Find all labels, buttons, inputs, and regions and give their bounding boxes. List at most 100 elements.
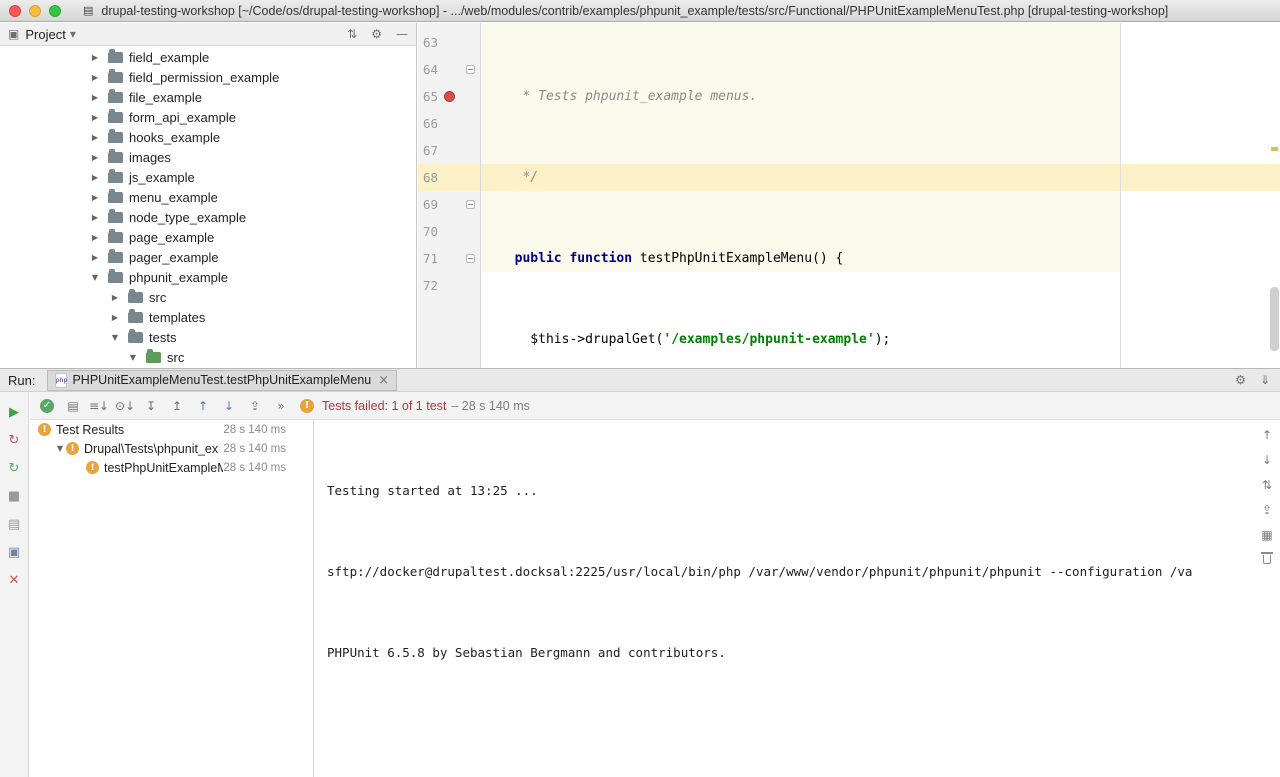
scroll-down-icon[interactable]: ↓ bbox=[1258, 447, 1276, 472]
chevron-right-icon[interactable]: ▶ bbox=[90, 193, 100, 202]
test-state-gutter-icon[interactable] bbox=[444, 91, 455, 102]
line-number: 68 bbox=[418, 164, 438, 191]
tree-item-tests[interactable]: ▼tests bbox=[0, 327, 416, 347]
tree-item-label: node_type_example bbox=[129, 210, 246, 225]
print-icon[interactable]: ▦ bbox=[1258, 522, 1276, 547]
expand-all-icon[interactable]: ↧ bbox=[138, 396, 164, 416]
chevron-down-icon[interactable]: ▾ bbox=[70, 27, 76, 41]
tree-item-images[interactable]: ▶images bbox=[0, 147, 416, 167]
chevron-right-icon[interactable]: ▶ bbox=[90, 133, 100, 142]
hide-panel-icon[interactable]: — bbox=[396, 27, 408, 41]
soft-wrap-icon[interactable]: ⇅ bbox=[1258, 472, 1276, 497]
console-view-icon[interactable]: ▤ bbox=[2, 512, 26, 536]
sort-by-duration-icon[interactable]: ⊙↓ bbox=[112, 396, 138, 416]
chevron-right-icon[interactable]: ▶ bbox=[110, 293, 120, 302]
tree-item-label: src bbox=[167, 350, 184, 365]
tree-item-js_example[interactable]: ▶js_example bbox=[0, 167, 416, 187]
fold-marker-icon[interactable] bbox=[466, 200, 475, 209]
tree-item-pager_example[interactable]: ▶pager_example bbox=[0, 247, 416, 267]
clear-console-icon[interactable] bbox=[1258, 547, 1276, 572]
zoom-window-button[interactable] bbox=[49, 5, 61, 17]
import-test-results-icon[interactable]: ⇪ bbox=[242, 396, 268, 416]
warning-icon: ! bbox=[86, 461, 99, 474]
rerun-icon[interactable]: ▶ bbox=[2, 400, 26, 424]
editor-scrollbar[interactable] bbox=[1270, 287, 1279, 351]
error-stripe-mark[interactable] bbox=[1271, 147, 1278, 151]
folder-icon bbox=[108, 272, 123, 283]
php-file-icon: php bbox=[55, 373, 67, 388]
test-console-output[interactable]: Testing started at 13:25 ... sftp://dock… bbox=[313, 420, 1280, 777]
chevron-right-icon[interactable]: ▶ bbox=[110, 313, 120, 322]
rerun-failed-tests-icon[interactable]: ↻ bbox=[2, 428, 26, 452]
collapse-all-icon[interactable]: ↥ bbox=[164, 396, 190, 416]
console-line: PHPUnit 6.5.8 by Sebastian Bergmann and … bbox=[327, 639, 1280, 666]
editor[interactable]: 63 64 65 66 67 68 69 70 71 72 * Tests ph… bbox=[418, 23, 1280, 368]
tree-item-src[interactable]: ▶ src bbox=[0, 287, 416, 307]
previous-failed-test-icon[interactable]: ↑ bbox=[190, 396, 216, 416]
tree-item-label: src bbox=[149, 290, 166, 305]
tree-item-tests-src[interactable]: ▼ src bbox=[0, 347, 416, 367]
tree-item-hooks_example[interactable]: ▶hooks_example bbox=[0, 127, 416, 147]
code-line[interactable]: $this->drupalGet('/examples/phpunit-exam… bbox=[499, 326, 961, 353]
test-results-root-row[interactable]: ! Test Results 28 s 140 ms bbox=[30, 420, 313, 439]
chevron-right-icon[interactable]: ▶ bbox=[90, 213, 100, 222]
scroll-to-end-icon[interactable]: ⇪ bbox=[1258, 497, 1276, 522]
code-area[interactable]: * Tests phpunit_example menus. */ public… bbox=[499, 29, 961, 368]
run-tool-window: Run: php PHPUnitExampleMenuTest.testPhpU… bbox=[0, 368, 1280, 777]
code-line[interactable]: * Tests phpunit_example menus. bbox=[499, 83, 961, 110]
test-method-row[interactable]: ! testPhpUnitExampleM 28 s 140 ms bbox=[30, 458, 313, 477]
console-line bbox=[327, 720, 1280, 747]
tree-item-node_type_example[interactable]: ▶ node_type_example bbox=[0, 207, 416, 227]
tree-item-page_example[interactable]: ▶page_example bbox=[0, 227, 416, 247]
run-tab[interactable]: php PHPUnitExampleMenuTest.testPhpUnitEx… bbox=[47, 370, 397, 391]
show-ignored-icon[interactable]: ▤ bbox=[60, 396, 86, 416]
tree-item-field_permission_example[interactable]: ▶field_permission_example bbox=[0, 67, 416, 87]
chevron-right-icon[interactable]: ▶ bbox=[90, 233, 100, 242]
tree-item-form_api_example[interactable]: ▶form_api_example bbox=[0, 107, 416, 127]
chevron-down-icon[interactable]: ▼ bbox=[110, 333, 120, 342]
toolbar-overflow-icon[interactable]: » bbox=[268, 396, 294, 416]
gear-icon[interactable]: ⚙ bbox=[371, 27, 382, 41]
project-panel-title[interactable]: Project bbox=[25, 27, 65, 42]
chevron-right-icon[interactable]: ▶ bbox=[90, 253, 100, 262]
chevron-right-icon[interactable]: ▶ bbox=[90, 73, 100, 82]
tree-item-menu_example[interactable]: ▶menu_example bbox=[0, 187, 416, 207]
restore-layout-icon[interactable]: ▣ bbox=[2, 540, 26, 564]
tree-item-phpunit_example[interactable]: ▼phpunit_example bbox=[0, 267, 416, 287]
chevron-right-icon[interactable]: ▶ bbox=[90, 153, 100, 162]
tree-item-templates[interactable]: ▶templates bbox=[0, 307, 416, 327]
chevron-down-icon[interactable]: ▼ bbox=[128, 353, 138, 362]
folder-icon bbox=[108, 72, 123, 83]
chevron-down-icon[interactable]: ▼ bbox=[90, 273, 100, 282]
window-title: drupal-testing-workshop [~/Code/os/drupa… bbox=[101, 4, 1168, 18]
collapse-all-icon[interactable]: ⇅ bbox=[347, 27, 357, 41]
fold-marker-icon[interactable] bbox=[466, 254, 475, 263]
sort-alphabetically-icon[interactable]: ≡↓ bbox=[86, 396, 112, 416]
scroll-up-icon[interactable]: ↑ bbox=[1258, 422, 1276, 447]
chevron-down-icon[interactable]: ▼ bbox=[54, 444, 66, 453]
folder-icon bbox=[108, 232, 123, 243]
chevron-right-icon[interactable]: ▶ bbox=[90, 53, 100, 62]
toggle-auto-test-icon[interactable]: ↻ bbox=[2, 456, 26, 480]
next-failed-test-icon[interactable]: ↓ bbox=[216, 396, 242, 416]
show-passed-icon[interactable]: ✓ bbox=[34, 396, 60, 416]
fold-marker-icon[interactable] bbox=[466, 65, 475, 74]
chevron-right-icon[interactable]: ▶ bbox=[90, 93, 100, 102]
code-line[interactable]: public function testPhpUnitExampleMenu()… bbox=[499, 245, 961, 272]
folder-icon bbox=[108, 92, 123, 103]
stop-icon[interactable]: ■ bbox=[2, 484, 26, 508]
code-line[interactable]: */ bbox=[499, 164, 961, 191]
tree-item-file_example[interactable]: ▶file_example bbox=[0, 87, 416, 107]
chevron-right-icon[interactable]: ▶ bbox=[90, 113, 100, 122]
dock-panel-icon[interactable]: ⇓ bbox=[1260, 373, 1270, 387]
tree-item-field_example[interactable]: ▶field_example bbox=[0, 47, 416, 67]
code-text bbox=[499, 251, 515, 266]
gear-icon[interactable]: ⚙ bbox=[1235, 373, 1246, 387]
close-panel-icon[interactable]: ✕ bbox=[2, 568, 26, 592]
close-icon[interactable]: × bbox=[378, 373, 389, 388]
line-number: 70 bbox=[418, 218, 438, 245]
minimize-window-button[interactable] bbox=[29, 5, 41, 17]
close-window-button[interactable] bbox=[9, 5, 21, 17]
chevron-right-icon[interactable]: ▶ bbox=[90, 173, 100, 182]
test-suite-row[interactable]: ▼ ! Drupal\Tests\phpunit_ex 28 s 140 ms bbox=[30, 439, 313, 458]
